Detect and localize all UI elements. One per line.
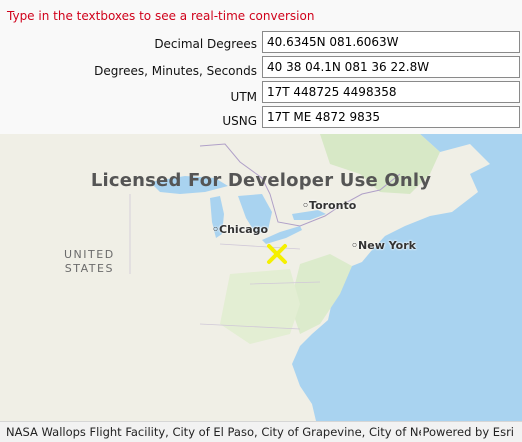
instruction-text: Type in the textboxes to see a real-time…: [7, 9, 315, 23]
conversion-form: Type in the textboxes to see a real-time…: [0, 0, 522, 134]
city-dot-icon: ◦: [212, 223, 220, 236]
country-label-united-states: UNITED STATES: [64, 248, 115, 275]
decimal-degrees-label: Decimal Degrees: [154, 37, 257, 51]
dms-label: Degrees, Minutes, Seconds: [94, 64, 257, 78]
city-label-chicago: ◦Chicago: [212, 223, 269, 236]
decimal-degrees-input[interactable]: [262, 31, 520, 53]
usng-input[interactable]: [262, 106, 520, 128]
map-view[interactable]: Licensed For Developer Use Only ◦Toronto…: [0, 134, 522, 421]
city-label-new-york: ◦New York: [351, 239, 416, 252]
city-dot-icon: ◦: [302, 199, 310, 212]
usng-label: USNG: [222, 114, 257, 128]
attribution-text[interactable]: NASA Wallops Flight Facility, City of El…: [6, 425, 421, 439]
powered-by-esri[interactable]: Powered by Esri: [423, 425, 515, 439]
utm-label: UTM: [230, 90, 257, 104]
city-label-toronto: ◦Toronto: [302, 199, 357, 212]
utm-input[interactable]: [262, 81, 520, 103]
dms-input[interactable]: [262, 56, 520, 78]
map-attribution-bar: NASA Wallops Flight Facility, City of El…: [0, 421, 522, 442]
x-marker-icon: [267, 244, 287, 264]
license-watermark: Licensed For Developer Use Only: [90, 170, 432, 191]
city-dot-icon: ◦: [351, 239, 359, 252]
